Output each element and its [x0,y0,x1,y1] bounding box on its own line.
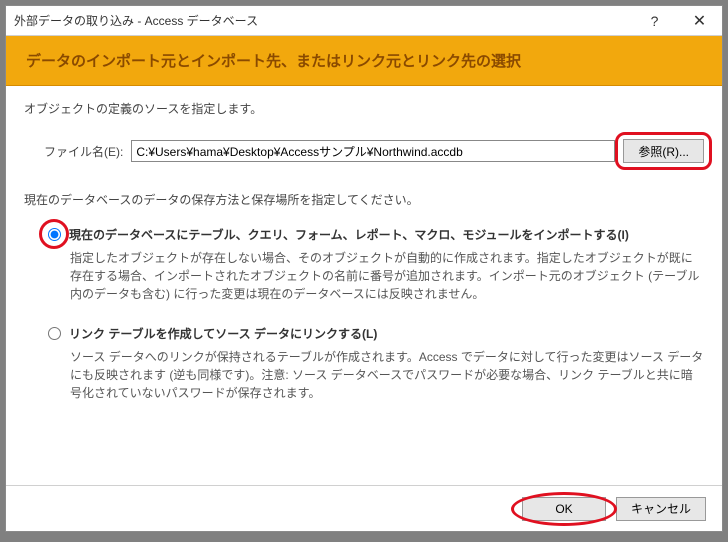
storage-prompt: 現在のデータベースのデータの保存方法と保存場所を指定してください。 [24,191,704,208]
radio-import[interactable] [48,228,61,241]
file-label: ファイル名(E): [44,143,123,160]
file-name-input[interactable] [131,140,615,162]
intro-text: オブジェクトの定義のソースを指定します。 [24,100,704,117]
option-link: リンク テーブルを作成してソース データにリンクする(L) ソース データへのリ… [48,325,704,402]
option-import-title: 現在のデータベースにテーブル、クエリ、フォーム、レポート、マクロ、モジュールをイ… [69,226,629,243]
titlebar: 外部データの取り込み - Access データベース ? ✕ [6,6,722,36]
close-button[interactable]: ✕ [677,6,722,36]
option-link-title: リンク テーブルを作成してソース データにリンクする(L) [69,325,377,342]
radio-link[interactable] [48,327,61,340]
file-row: ファイル名(E): 参照(R)... [44,139,704,163]
window-title: 外部データの取り込み - Access データベース [6,12,632,29]
content-area: オブジェクトの定義のソースを指定します。 ファイル名(E): 参照(R)... … [6,86,722,485]
footer: OK キャンセル [6,485,722,531]
dialog-window: 外部データの取り込み - Access データベース ? ✕ データのインポート… [5,5,723,532]
option-import-desc: 指定したオブジェクトが存在しない場合、そのオブジェクトが自動的に作成されます。指… [70,249,704,303]
browse-button[interactable]: 参照(R)... [623,139,704,163]
wizard-heading: データのインポート元とインポート先、またはリンク元とリンク先の選択 [6,36,722,86]
option-import: 現在のデータベースにテーブル、クエリ、フォーム、レポート、マクロ、モジュールをイ… [48,226,704,303]
help-button[interactable]: ? [632,6,677,36]
option-link-desc: ソース データへのリンクが保持されるテーブルが作成されます。Access でデー… [70,348,704,402]
options-group: 現在のデータベースにテーブル、クエリ、フォーム、レポート、マクロ、モジュールをイ… [48,226,704,424]
cancel-button[interactable]: キャンセル [616,497,706,521]
ok-button[interactable]: OK [522,497,606,521]
